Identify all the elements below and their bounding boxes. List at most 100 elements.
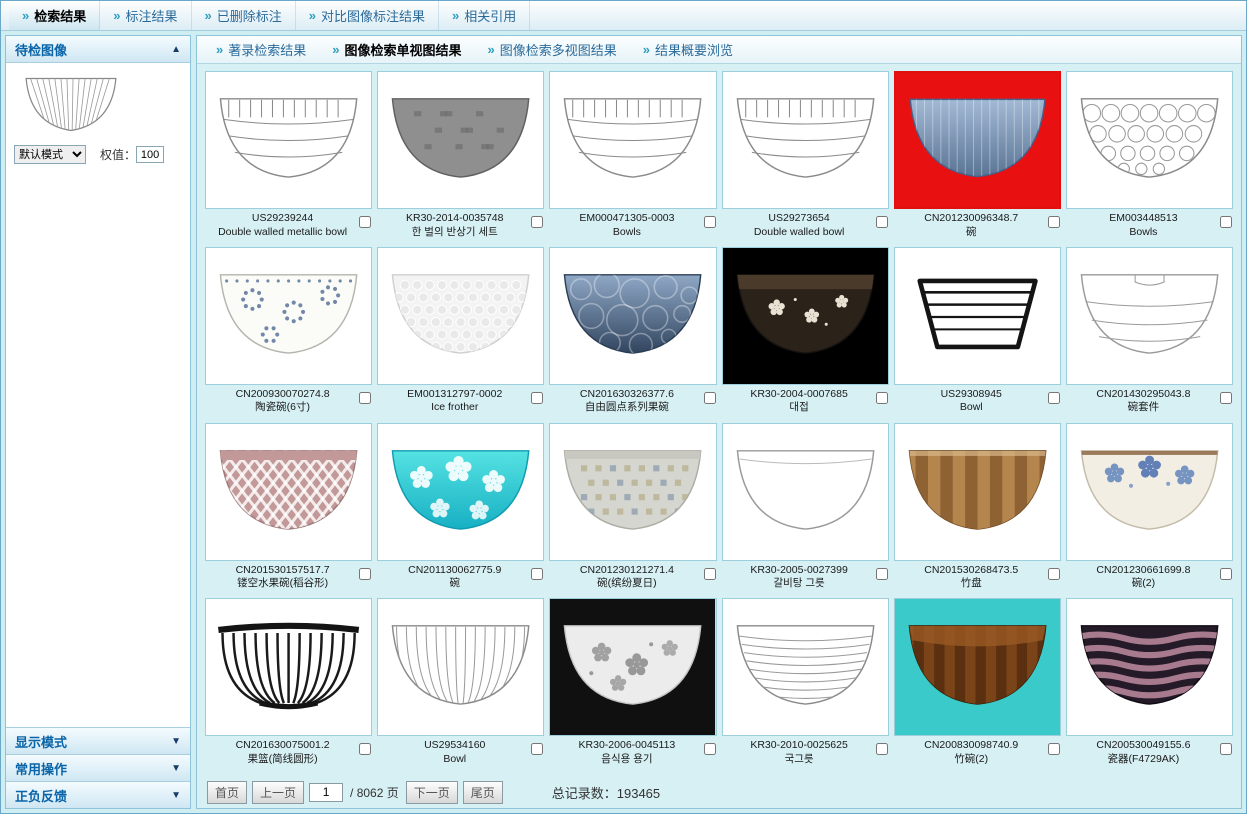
result-caption: KR30-2004-0007685대접 [722, 385, 889, 415]
result-checkbox[interactable] [876, 216, 888, 228]
bowl-graphic [895, 599, 1060, 735]
result-image[interactable] [894, 423, 1061, 561]
result-checkbox[interactable] [1220, 392, 1232, 404]
top-tab-4[interactable]: »对比图像标注结果 [296, 1, 439, 30]
result-image[interactable] [1066, 598, 1233, 736]
result-name: 镂空水果碗(稻谷形) [209, 577, 356, 591]
result-image[interactable] [377, 423, 544, 561]
result-tab-3[interactable]: »图像检索多视图结果 [475, 40, 630, 59]
result-checkbox[interactable] [1048, 743, 1060, 755]
result-id: US29308945 [898, 388, 1045, 402]
result-checkbox[interactable] [1048, 568, 1060, 580]
result-tab-2[interactable]: »图像检索单视图结果 [319, 40, 474, 59]
result-image[interactable] [549, 247, 716, 385]
top-tab-2[interactable]: »标注结果 [100, 1, 191, 30]
result-checkbox[interactable] [876, 743, 888, 755]
result-checkbox[interactable] [704, 216, 716, 228]
sidebar-panel-3[interactable]: 正负反馈▼ [6, 781, 190, 808]
weight-input[interactable] [136, 146, 164, 163]
result-name: 갈비탕 그릇 [726, 577, 873, 591]
result-checkbox[interactable] [704, 392, 716, 404]
result-image[interactable] [549, 423, 716, 561]
result-image[interactable] [722, 247, 889, 385]
result-image[interactable] [205, 423, 372, 561]
result-tab-1[interactable]: »著录检索结果 [203, 40, 319, 59]
result-id: US29273654 [726, 212, 873, 226]
result-image[interactable] [205, 598, 372, 736]
mode-select[interactable]: 默认模式 [14, 145, 86, 164]
query-image-panel-content: 默认模式 权值： [6, 63, 190, 172]
bowl-graphic [206, 248, 371, 384]
collapse-up-icon[interactable]: ▲ [171, 44, 181, 55]
result-image[interactable] [894, 71, 1061, 209]
result-checkbox[interactable] [531, 392, 543, 404]
prev-page-button[interactable]: 上一页 [252, 781, 304, 804]
top-tab-label: 相关引用 [464, 6, 516, 25]
result-image[interactable] [722, 71, 889, 209]
result-checkbox[interactable] [876, 568, 888, 580]
result-caption: EM000471305-0003Bowls [549, 209, 716, 239]
result-card: CN200530049155.6瓷器(F4729AK) [1066, 598, 1233, 769]
result-name: Ice frother [381, 401, 528, 415]
result-id: KR30-2006-0045113 [553, 739, 700, 753]
top-tab-5[interactable]: »相关引用 [439, 1, 530, 30]
result-image[interactable] [894, 598, 1061, 736]
collapse-down-icon: ▼ [171, 790, 181, 801]
result-checkbox[interactable] [1220, 568, 1232, 580]
result-id: CN201530268473.5 [898, 564, 1045, 578]
result-checkbox[interactable] [704, 568, 716, 580]
result-image[interactable] [1066, 71, 1233, 209]
result-image[interactable] [377, 71, 544, 209]
result-image[interactable] [377, 598, 544, 736]
top-tab-1[interactable]: »检索结果 [9, 1, 100, 30]
result-checkbox[interactable] [1220, 743, 1232, 755]
result-checkbox[interactable] [359, 568, 371, 580]
result-name: 陶瓷碗(6寸) [209, 401, 356, 415]
result-checkbox[interactable] [876, 392, 888, 404]
bowl-graphic [378, 248, 543, 384]
query-image-panel-header[interactable]: 待检图像 ▲ [6, 36, 190, 63]
result-checkbox[interactable] [1048, 216, 1060, 228]
result-checkbox[interactable] [704, 743, 716, 755]
result-card: KR30-2004-0007685대접 [722, 247, 889, 418]
pagination-bar: 首页 上一页 / 8062 页 下一页 尾页 总记录数：193465 [197, 776, 1241, 808]
page-number-input[interactable] [309, 783, 343, 802]
result-card: CN201230661699.8碗(2) [1066, 423, 1233, 594]
result-card: KR30-2014-0035748한 벌의 반상기 세트 [377, 71, 544, 242]
sidebar-panel-2[interactable]: 常用操作▼ [6, 754, 190, 781]
result-image[interactable] [1066, 247, 1233, 385]
top-tab-3[interactable]: »已删除标注 [192, 1, 296, 30]
result-image[interactable] [205, 247, 372, 385]
bowl-graphic [895, 248, 1060, 384]
result-image[interactable] [722, 423, 889, 561]
result-card: EM000471305-0003Bowls [549, 71, 716, 242]
result-id: KR30-2014-0035748 [381, 212, 528, 226]
result-checkbox[interactable] [359, 743, 371, 755]
result-caption: CN201530268473.5竹盘 [894, 561, 1061, 591]
result-checkbox[interactable] [531, 568, 543, 580]
result-id: US29239244 [209, 212, 356, 226]
result-checkbox[interactable] [531, 743, 543, 755]
result-id: KR30-2010-0025625 [726, 739, 873, 753]
result-checkbox[interactable] [1220, 216, 1232, 228]
result-checkbox[interactable] [1048, 392, 1060, 404]
double-chevron-icon: » [309, 8, 316, 23]
next-page-button[interactable]: 下一页 [406, 781, 458, 804]
first-page-button[interactable]: 首页 [207, 781, 247, 804]
result-checkbox[interactable] [531, 216, 543, 228]
sidebar-panel-title: 常用操作 [15, 759, 67, 778]
result-image[interactable] [722, 598, 889, 736]
result-checkbox[interactable] [359, 216, 371, 228]
result-image[interactable] [377, 247, 544, 385]
sidebar-panel-1[interactable]: 显示模式▼ [6, 727, 190, 754]
result-image[interactable] [549, 71, 716, 209]
result-image[interactable] [894, 247, 1061, 385]
result-tab-4[interactable]: »结果概要浏览 [630, 40, 746, 59]
result-image[interactable] [205, 71, 372, 209]
result-checkbox[interactable] [359, 392, 371, 404]
total-pages-label: / 8062 页 [350, 784, 399, 801]
result-image[interactable] [549, 598, 716, 736]
result-image[interactable] [1066, 423, 1233, 561]
last-page-button[interactable]: 尾页 [463, 781, 503, 804]
sidebar-panel-title: 显示模式 [15, 732, 67, 751]
